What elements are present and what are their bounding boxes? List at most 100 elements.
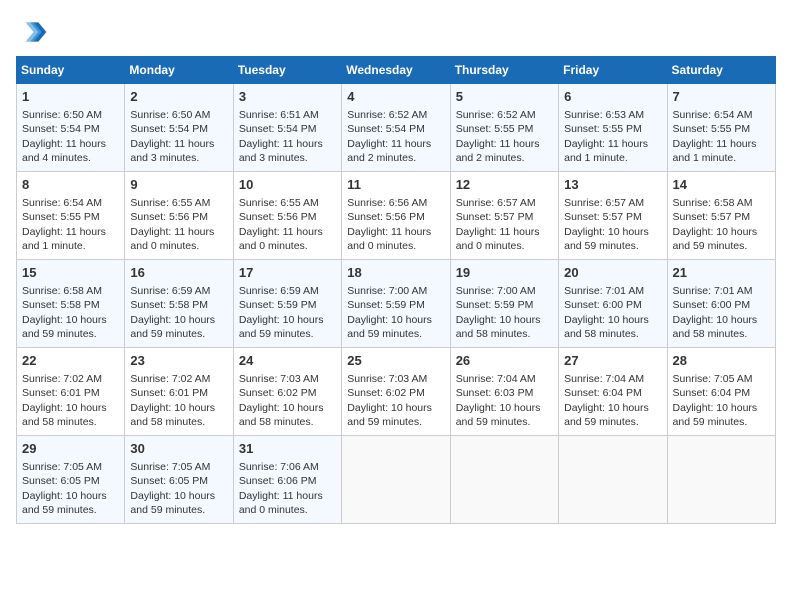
day-number: 26 — [456, 352, 553, 370]
day-info-line: Sunrise: 6:51 AM — [239, 108, 336, 122]
day-number: 7 — [673, 88, 770, 106]
day-info-line: Sunset: 6:00 PM — [564, 298, 661, 312]
day-info-line: Sunrise: 6:55 AM — [239, 196, 336, 210]
col-header-monday: Monday — [125, 57, 233, 84]
calendar-cell — [667, 436, 775, 524]
day-info-line: Daylight: 10 hours and 59 minutes. — [130, 313, 227, 341]
day-info-line: Daylight: 11 hours and 1 minute. — [564, 137, 661, 165]
day-info-line: Sunrise: 6:50 AM — [130, 108, 227, 122]
day-info-line: Daylight: 10 hours and 59 minutes. — [22, 489, 119, 517]
day-info-line: Daylight: 11 hours and 2 minutes. — [347, 137, 444, 165]
day-info-line: Sunrise: 7:04 AM — [564, 372, 661, 386]
day-info-line: Daylight: 10 hours and 58 minutes. — [130, 401, 227, 429]
day-number: 6 — [564, 88, 661, 106]
day-info-line: Sunrise: 6:59 AM — [239, 284, 336, 298]
day-info-line: Sunrise: 7:06 AM — [239, 460, 336, 474]
day-info-line: Sunrise: 6:56 AM — [347, 196, 444, 210]
day-number: 21 — [673, 264, 770, 282]
day-info-line: Sunrise: 6:54 AM — [673, 108, 770, 122]
day-info-line: Sunset: 5:55 PM — [22, 210, 119, 224]
day-info-line: Daylight: 10 hours and 59 minutes. — [564, 225, 661, 253]
calendar-cell: 12Sunrise: 6:57 AMSunset: 5:57 PMDayligh… — [450, 172, 558, 260]
calendar-week-row: 22Sunrise: 7:02 AMSunset: 6:01 PMDayligh… — [17, 348, 776, 436]
day-info-line: Daylight: 11 hours and 3 minutes. — [130, 137, 227, 165]
day-info-line: Sunset: 5:58 PM — [22, 298, 119, 312]
day-info-line: Sunset: 5:59 PM — [456, 298, 553, 312]
day-info-line: Daylight: 10 hours and 59 minutes. — [239, 313, 336, 341]
day-info-line: Daylight: 10 hours and 59 minutes. — [673, 401, 770, 429]
col-header-saturday: Saturday — [667, 57, 775, 84]
day-info-line: Daylight: 11 hours and 4 minutes. — [22, 137, 119, 165]
day-info-line: Sunrise: 7:00 AM — [456, 284, 553, 298]
calendar-cell: 29Sunrise: 7:05 AMSunset: 6:05 PMDayligh… — [17, 436, 125, 524]
day-info-line: Sunrise: 6:52 AM — [347, 108, 444, 122]
day-number: 24 — [239, 352, 336, 370]
day-info-line: Sunset: 5:56 PM — [239, 210, 336, 224]
day-number: 13 — [564, 176, 661, 194]
day-info-line: Sunrise: 6:55 AM — [130, 196, 227, 210]
calendar-cell: 11Sunrise: 6:56 AMSunset: 5:56 PMDayligh… — [342, 172, 450, 260]
col-header-sunday: Sunday — [17, 57, 125, 84]
day-number: 5 — [456, 88, 553, 106]
day-info-line: Sunrise: 6:58 AM — [22, 284, 119, 298]
calendar-cell: 10Sunrise: 6:55 AMSunset: 5:56 PMDayligh… — [233, 172, 341, 260]
day-info-line: Daylight: 10 hours and 58 minutes. — [564, 313, 661, 341]
calendar-cell: 20 Sunrise: 7:01 AMSunset: 6:00 PMDayligh… — [559, 260, 667, 348]
day-info-line: Sunrise: 6:54 AM — [22, 196, 119, 210]
day-info-line: Sunset: 6:02 PM — [347, 386, 444, 400]
day-info-line: Sunset: 6:01 PM — [22, 386, 119, 400]
day-info-line: Daylight: 10 hours and 59 minutes. — [22, 313, 119, 341]
day-number: 11 — [347, 176, 444, 194]
calendar-cell: 21Sunrise: 7:01 AMSunset: 6:00 PMDayligh… — [667, 260, 775, 348]
day-info-line: Sunrise: 7:04 AM — [456, 372, 553, 386]
day-info-line: Sunrise: 7:02 AM — [22, 372, 119, 386]
calendar-cell: 13Sunrise: 6:57 AMSunset: 5:57 PMDayligh… — [559, 172, 667, 260]
day-info-line: Daylight: 10 hours and 58 minutes. — [673, 313, 770, 341]
day-info-line: Daylight: 10 hours and 58 minutes. — [22, 401, 119, 429]
calendar-week-row: 29Sunrise: 7:05 AMSunset: 6:05 PMDayligh… — [17, 436, 776, 524]
day-info-line: Daylight: 11 hours and 0 minutes. — [130, 225, 227, 253]
day-number: 25 — [347, 352, 444, 370]
col-header-friday: Friday — [559, 57, 667, 84]
day-info-line: Sunrise: 7:03 AM — [347, 372, 444, 386]
day-info-line: Sunrise: 7:01 AM — [564, 284, 661, 298]
calendar-cell: 15 Sunrise: 6:58 AMSunset: 5:58 PMDayligh… — [17, 260, 125, 348]
day-info-line: Sunrise: 7:00 AM — [347, 284, 444, 298]
day-info-line: Sunset: 5:54 PM — [130, 122, 227, 136]
day-number: 20 — [564, 264, 661, 282]
day-info-line: Daylight: 11 hours and 0 minutes. — [239, 489, 336, 517]
header — [16, 16, 776, 48]
logo — [16, 16, 52, 48]
day-info-line: Sunset: 5:57 PM — [564, 210, 661, 224]
day-number: 1 — [22, 88, 119, 106]
col-header-thursday: Thursday — [450, 57, 558, 84]
day-info-line: Daylight: 10 hours and 59 minutes. — [130, 489, 227, 517]
calendar-cell: 1Sunrise: 6:50 AMSunset: 5:54 PMDaylight… — [17, 84, 125, 172]
calendar-cell: 24Sunrise: 7:03 AMSunset: 6:02 PMDayligh… — [233, 348, 341, 436]
calendar-cell — [559, 436, 667, 524]
day-info-line: Sunrise: 6:59 AM — [130, 284, 227, 298]
day-info-line: Daylight: 10 hours and 59 minutes. — [347, 401, 444, 429]
day-info-line: Sunset: 5:55 PM — [456, 122, 553, 136]
day-info-line: Sunset: 5:55 PM — [564, 122, 661, 136]
day-info-line: Sunset: 5:56 PM — [347, 210, 444, 224]
day-number: 8 — [22, 176, 119, 194]
day-info-line: Sunrise: 7:05 AM — [130, 460, 227, 474]
day-info-line: Daylight: 10 hours and 59 minutes. — [347, 313, 444, 341]
day-info-line: Sunset: 6:05 PM — [22, 474, 119, 488]
day-number: 15 — [22, 264, 119, 282]
day-info-line: Sunset: 6:05 PM — [130, 474, 227, 488]
day-info-line: Sunrise: 6:57 AM — [456, 196, 553, 210]
calendar-week-row: 15Sunrise: 6:58 AMSunset: 5:58 PMDayligh… — [17, 260, 776, 348]
day-info-line: Sunset: 5:58 PM — [130, 298, 227, 312]
day-info-line: Sunset: 6:02 PM — [239, 386, 336, 400]
day-info-line: Daylight: 11 hours and 1 minute. — [673, 137, 770, 165]
day-number: 9 — [130, 176, 227, 194]
day-info-line: Sunset: 5:54 PM — [347, 122, 444, 136]
calendar-cell: 22 Sunrise: 7:02 AMSunset: 6:01 PMDayligh… — [17, 348, 125, 436]
day-info-line: Sunset: 6:04 PM — [564, 386, 661, 400]
calendar-header-row: SundayMondayTuesdayWednesdayThursdayFrid… — [17, 57, 776, 84]
calendar-cell: 8Sunrise: 6:54 AMSunset: 5:55 PMDaylight… — [17, 172, 125, 260]
day-number: 22 — [22, 352, 119, 370]
day-number: 18 — [347, 264, 444, 282]
